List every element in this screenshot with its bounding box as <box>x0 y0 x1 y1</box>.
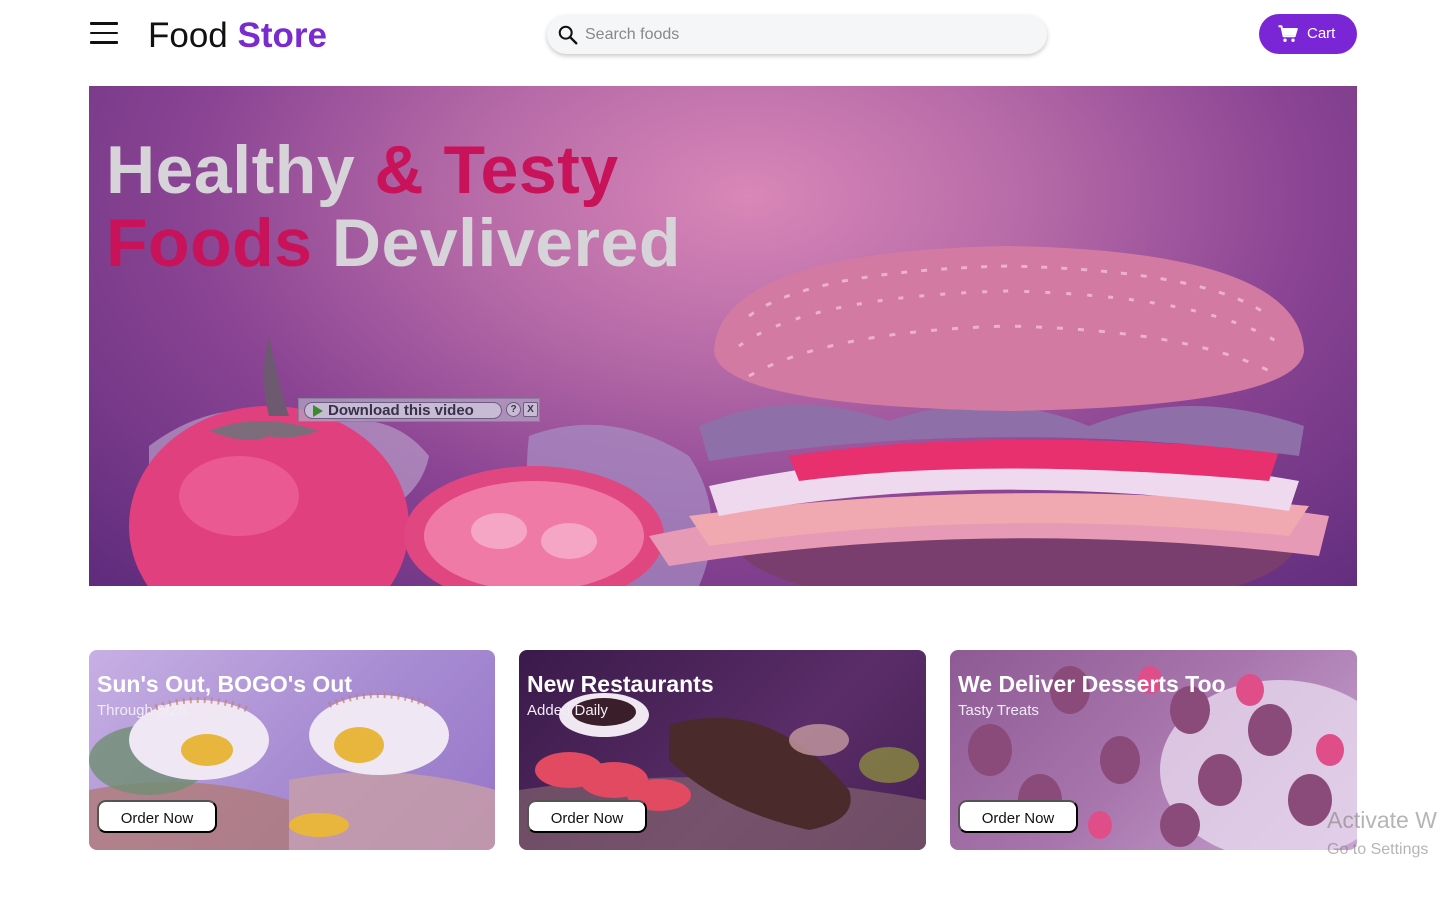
close-icon[interactable]: X <box>523 402 538 417</box>
download-video-label: Download this video <box>328 402 474 419</box>
download-video-overlay: Download this video ? X <box>298 398 540 422</box>
brand-logo[interactable]: Food Store <box>148 14 327 58</box>
download-video-button[interactable]: Download this video <box>304 402 502 419</box>
promo-card-desserts: We Deliver Desserts Too Tasty Treats Ord… <box>950 650 1357 850</box>
brand-name-store: Store <box>237 16 327 55</box>
search-icon[interactable] <box>557 24 579 46</box>
top-navbar: Food Store Cart <box>0 0 1446 70</box>
promo-card-new-restaurants: New Restaurants Added Daily Order Now <box>519 650 926 850</box>
hero-headline-line2: Foods Devlivered <box>106 207 681 280</box>
play-icon <box>313 405 323 417</box>
cart-label: Cart <box>1307 25 1336 42</box>
cart-button[interactable]: Cart <box>1259 14 1357 54</box>
brand-name-food: Food <box>148 16 228 55</box>
card-subtitle: Through 8/26 <box>97 702 187 719</box>
hero-headline: Healthy & Testy Foods Devlivered <box>106 134 681 280</box>
card-subtitle: Added Daily <box>527 702 608 719</box>
search-bar <box>547 15 1047 54</box>
hero-word-foods: Foods <box>106 205 313 281</box>
hero-word-healthy: Healthy <box>106 132 356 208</box>
card-subtitle: Tasty Treats <box>958 702 1039 719</box>
order-now-button[interactable]: Order Now <box>527 800 647 833</box>
cart-icon <box>1278 25 1298 42</box>
card-title: We Deliver Desserts Too <box>958 671 1226 697</box>
promo-card-bogo: Sun's Out, BOGO's Out Through 8/26 Order… <box>89 650 495 850</box>
order-now-button[interactable]: Order Now <box>958 800 1078 833</box>
search-input[interactable] <box>585 15 1035 54</box>
hero-headline-line1: Healthy & Testy <box>106 134 681 207</box>
hero-banner: Healthy & Testy Foods Devlivered Downloa… <box>89 86 1357 586</box>
help-icon[interactable]: ? <box>506 402 521 417</box>
hero-word-delivered: Devlivered <box>331 205 681 281</box>
activate-windows-watermark: Activate W <box>1327 807 1437 833</box>
hamburger-menu-icon[interactable] <box>90 22 118 46</box>
activate-windows-settings-hint: Go to Settings <box>1327 841 1429 858</box>
order-now-button[interactable]: Order Now <box>97 800 217 833</box>
card-title: New Restaurants <box>527 671 714 697</box>
hero-word-testy: & Testy <box>374 132 619 208</box>
card-title: Sun's Out, BOGO's Out <box>97 671 352 697</box>
